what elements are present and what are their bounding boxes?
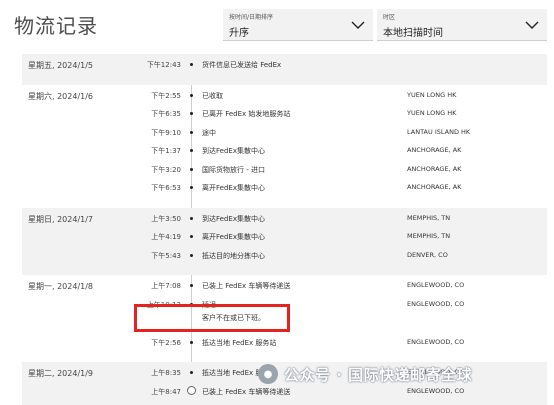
scan-event: 下午12:43 货件信息已发送给 FedEx xyxy=(22,60,547,79)
event-location: LANTAU ISLAND HK xyxy=(407,127,471,136)
scan-event: 上午4:19 离开FedEx集散中心 MEMPHIS, TN xyxy=(22,232,547,251)
event-time: 上午8:35 xyxy=(151,369,181,377)
event-description: 已离开 FedEx 始发地服务站 xyxy=(202,110,291,118)
event-time: 上午3:50 xyxy=(151,214,181,223)
sort-order-value: 升序 xyxy=(229,28,249,39)
timezone-value: 本地扫描时间 xyxy=(383,28,443,39)
event-time: 下午6:53 xyxy=(151,184,181,192)
scan-event: 上午7:08 已装上 FedEx 车辆等待递送 ENGLEWOOD, CO xyxy=(22,281,547,300)
chevron-down-icon[interactable] xyxy=(525,18,539,32)
event-description: 途中 xyxy=(202,128,216,137)
event-description: 已收取 xyxy=(202,91,223,100)
event-time: 下午2:56 xyxy=(151,338,181,347)
event-time: 上午7:08 xyxy=(151,282,181,290)
chevron-down-icon[interactable] xyxy=(351,18,365,32)
scan-event: 上午3:50 到达FedEx集散中心 MEMPHIS, TN xyxy=(22,214,547,233)
event-description: 已装上 FedEx 车辆等待递送 xyxy=(202,387,291,396)
event-description: 抵达当地 FedEx 服务站 xyxy=(202,338,277,347)
timeline-dot-icon xyxy=(190,253,193,257)
scan-event: 下午5:43 抵达目的地分拣中心 DENVER, CO xyxy=(22,251,547,270)
timeline-dot-icon xyxy=(190,340,193,344)
scan-event: 下午2:55 已收取 YUEN LONG HK xyxy=(22,91,547,110)
event-description: 到达FedEx集散中心 xyxy=(202,214,265,223)
event-location: MEMPHIS, TN xyxy=(407,232,451,240)
event-time: 上午8:47 xyxy=(151,387,181,396)
event-time: 下午5:43 xyxy=(151,251,181,260)
scan-event: 下午1:37 到达FedEx集散中心 ANCHORAGE, AK xyxy=(22,146,547,165)
event-description: 离开FedEx集散中心 xyxy=(202,184,265,192)
event-description: 已装上 FedEx 车辆等待递送 xyxy=(202,282,291,290)
date-group: 星期日, 2024/1/7 上午3:50 到达FedEx集散中心 MEMPHIS, T… xyxy=(22,207,547,275)
timeline-dot-icon xyxy=(190,167,193,171)
tracking-history: 星期五, 2024/1/5 下午12:43 货件信息已发送给 FedEx 星期六, 2… xyxy=(22,54,547,405)
event-description: 抵达目的地分拣中心 xyxy=(202,251,265,260)
timezone-select[interactable]: 时区 本地扫描时间 xyxy=(377,9,547,41)
watermark: ● 公众号 · 国际快递邮寄全球 xyxy=(258,362,472,386)
event-location: MEMPHIS, TN xyxy=(407,213,451,222)
scan-event: 下午6:35 已离开 FedEx 始发地服务站 YUEN LONG HK xyxy=(22,109,547,128)
event-location: ENGLEWOOD, CO xyxy=(407,299,465,308)
watermark-text: 公众号 · 国际快递邮寄全球 xyxy=(284,365,473,384)
event-time: 下午1:37 xyxy=(151,147,181,155)
sort-order-select[interactable]: 按时间/日期排序 升序 xyxy=(223,9,373,41)
date-group: 星期六, 2024/1/6 下午2:55 已收取 YUEN LONG HK 下午6:35… xyxy=(22,85,547,208)
event-location: ANCHORAGE, AK xyxy=(407,183,462,191)
event-time: 下午12:43 xyxy=(146,61,181,69)
page-title: 物流记录 xyxy=(14,14,98,38)
event-description: 货件信息已发送给 FedEx xyxy=(202,61,282,69)
event-time: 下午9:10 xyxy=(151,128,181,137)
highlight-box xyxy=(134,304,290,332)
event-time: 下午6:35 xyxy=(151,110,181,118)
wechat-icon: ● xyxy=(258,364,278,384)
scan-event: 下午9:10 途中 LANTAU ISLAND HK xyxy=(22,128,547,147)
date-group: 星期五, 2024/1/5 下午12:43 货件信息已发送给 FedEx xyxy=(22,54,547,85)
event-location: DENVER, CO xyxy=(407,250,448,259)
event-location: ANCHORAGE, AK xyxy=(407,164,462,173)
timeline-dot-icon xyxy=(190,371,193,374)
sort-order-label: 按时间/日期排序 xyxy=(229,14,274,21)
scan-event: 下午3:20 国际货物放行 - 进口 ANCHORAGE, AK xyxy=(22,165,547,184)
event-description: 到达FedEx集散中心 xyxy=(202,147,265,155)
timeline-dot-icon xyxy=(190,63,193,66)
event-location: ENGLEWOOD, CO xyxy=(407,337,465,346)
event-time: 下午2:55 xyxy=(151,91,181,100)
scan-event: 下午2:56 抵达当地 FedEx 服务站 ENGLEWOOD, CO xyxy=(22,338,547,357)
event-location: ENGLEWOOD, CO xyxy=(407,281,465,289)
scan-event: 上午8:47 已装上 FedEx 车辆等待递送 ENGLEWOOD, CO xyxy=(22,387,547,405)
timeline-dot-icon xyxy=(190,186,193,189)
event-location: ENGLEWOOD, CO xyxy=(407,386,465,395)
event-time: 上午4:19 xyxy=(151,233,181,241)
timezone-label: 时区 xyxy=(383,14,396,21)
scan-event: 下午6:53 离开FedEx集散中心 ANCHORAGE, AK xyxy=(22,183,547,202)
timeline-dot-icon xyxy=(190,284,193,287)
event-description: 离开FedEx集散中心 xyxy=(202,233,265,241)
event-location: YUEN LONG HK xyxy=(407,109,457,117)
event-time: 下午3:20 xyxy=(151,165,181,174)
event-location: ANCHORAGE, AK xyxy=(407,146,462,154)
timeline-dot-icon xyxy=(190,149,193,152)
timeline-dot-icon xyxy=(190,93,193,97)
event-description: 国际货物放行 - 进口 xyxy=(202,165,265,174)
timeline-dot-icon xyxy=(190,130,193,134)
timeline-end-icon xyxy=(187,386,196,395)
timeline-dot-icon xyxy=(190,235,193,238)
event-location: YUEN LONG HK xyxy=(407,90,457,99)
timeline-dot-icon xyxy=(190,112,193,115)
timeline-dot-icon xyxy=(190,216,193,220)
